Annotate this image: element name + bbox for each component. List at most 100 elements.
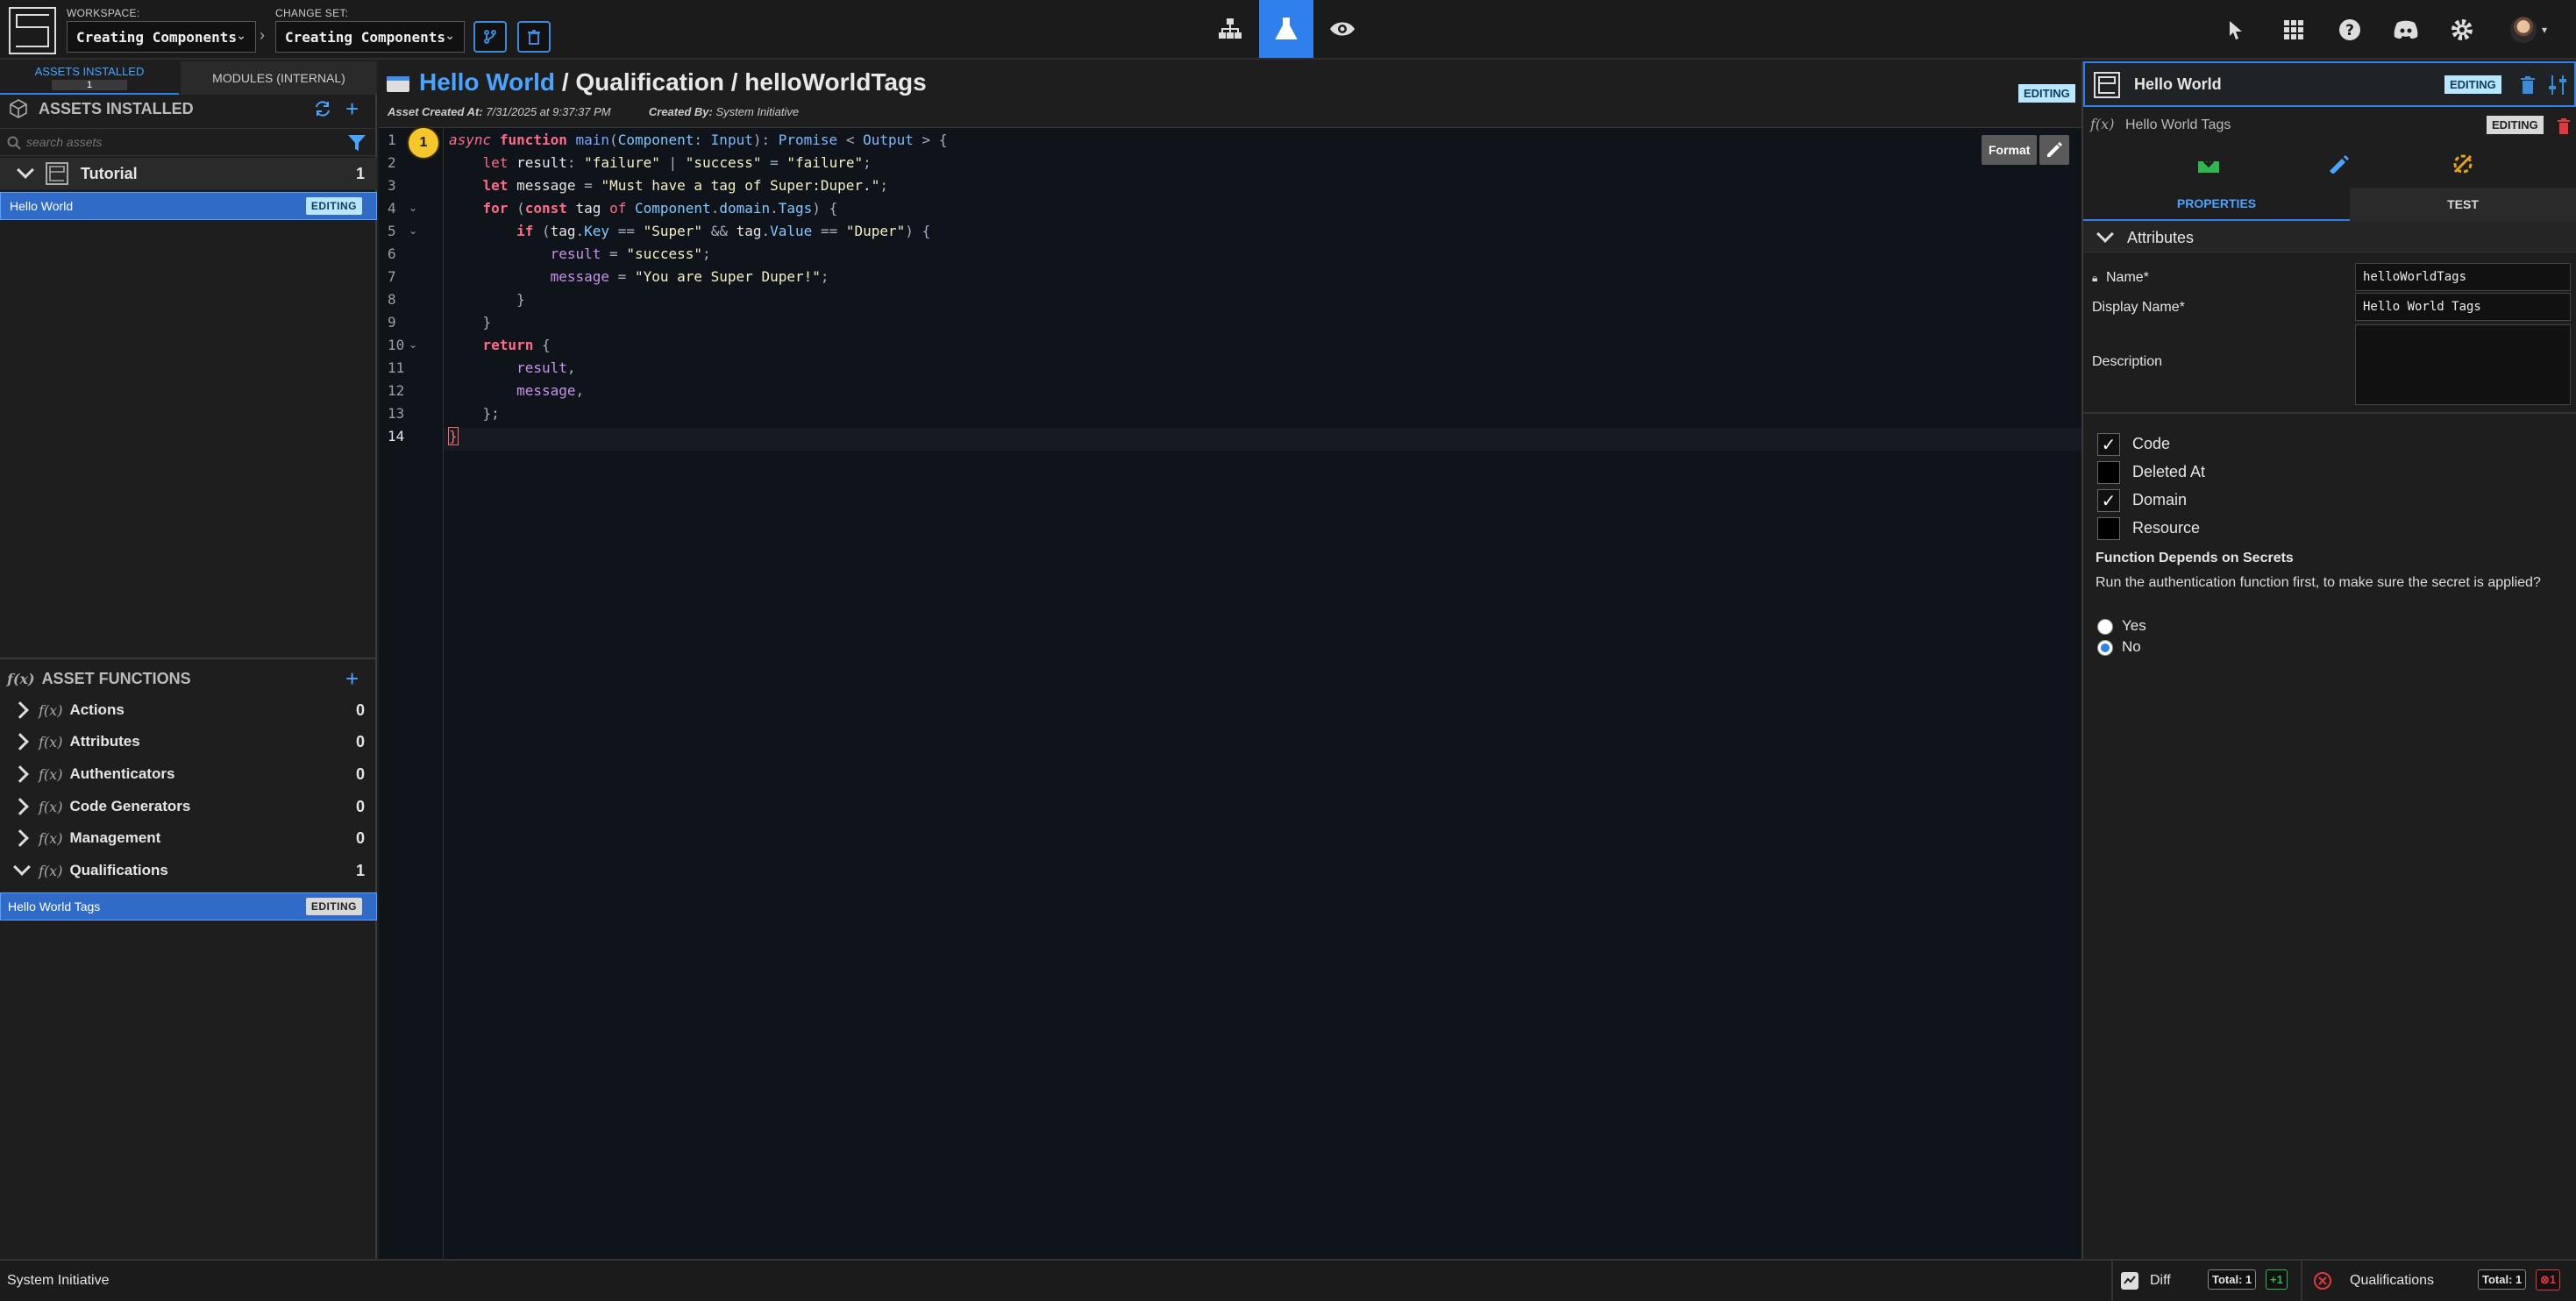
tab-assets-installed[interactable]: ASSETS INSTALLED 1	[0, 61, 179, 95]
group-count: 1	[355, 861, 365, 879]
detach-icon[interactable]	[2451, 153, 2474, 175]
add-function-button[interactable]: +	[345, 665, 359, 693]
customize-view-button[interactable]	[1259, 0, 1313, 58]
model-view-button[interactable]	[1203, 0, 1257, 58]
tutorial-step-marker[interactable]: 1	[407, 126, 440, 160]
editing-badge: EDITING	[2018, 84, 2075, 103]
add-asset-button[interactable]: +	[345, 96, 359, 123]
tab-modules-internal[interactable]: MODULES (INTERNAL)	[181, 61, 377, 95]
function-group-authenticators[interactable]: f(x) Authenticators 0	[0, 758, 377, 790]
display-name-field[interactable]: Hello World Tags	[2355, 293, 2571, 321]
help-icon[interactable]: ?	[2332, 12, 2367, 47]
editing-badge: EDITING	[305, 898, 362, 915]
checkbox-code[interactable]: ✓	[2097, 433, 2120, 456]
created-by-label: Created By:	[648, 105, 713, 118]
line-number: 11	[388, 359, 405, 376]
fold-chevron-icon[interactable]: ⌄	[409, 202, 417, 214]
group-count: 0	[355, 828, 365, 847]
radio-no[interactable]	[2097, 640, 2113, 656]
description-field[interactable]	[2355, 324, 2571, 405]
line-number: 9	[388, 314, 396, 331]
function-group-qualifications[interactable]: f(x) Qualifications 1	[0, 855, 377, 886]
merge-changeset-button[interactable]	[473, 21, 507, 53]
user-avatar-menu[interactable]: ▾	[2502, 12, 2555, 47]
workspace-select[interactable]: Creating Components ⌄	[67, 21, 256, 53]
search-icon	[7, 136, 21, 150]
asset-search	[0, 128, 377, 156]
radio-yes[interactable]	[2097, 619, 2113, 635]
chevron-down-icon	[13, 858, 31, 876]
fold-chevron-icon[interactable]: ⌄	[409, 224, 417, 237]
line-number: 3	[388, 177, 396, 194]
si-logo-icon[interactable]	[9, 7, 56, 54]
diff-label[interactable]: Diff	[2150, 1273, 2171, 1289]
function-row-hello-world-tags[interactable]: Hello World Tags EDITING	[0, 892, 377, 921]
active-line-highlight	[444, 428, 2081, 451]
qualifications-label[interactable]: Qualifications	[2350, 1273, 2434, 1289]
beaker-icon	[1275, 18, 1298, 39]
breadcrumb-asset-link[interactable]: Hello World	[419, 68, 555, 96]
asset-row-hello-world[interactable]: Hello World EDITING	[0, 192, 377, 220]
code-line: }	[516, 291, 525, 308]
function-group-actions[interactable]: f(x) Actions 0	[0, 694, 377, 726]
format-button[interactable]: Format	[1982, 135, 2038, 165]
eye-icon	[1330, 22, 1355, 36]
trash-icon[interactable]	[2520, 75, 2536, 95]
code-line: async function main(Component: Input): P…	[449, 132, 948, 148]
cursor-icon[interactable]	[2218, 12, 2253, 47]
tab-test[interactable]: TEST	[2350, 188, 2576, 221]
checkbox-domain[interactable]: ✓	[2097, 489, 2120, 512]
search-input[interactable]	[26, 132, 333, 152]
function-group-attributes[interactable]: f(x) Attributes 0	[0, 726, 377, 757]
line-number: 13	[388, 405, 405, 422]
diff-icon	[2121, 1272, 2138, 1290]
fx-icon: f(x)	[39, 798, 63, 815]
function-group-management[interactable]: f(x) Management 0	[0, 822, 377, 854]
gear-icon[interactable]	[2444, 12, 2480, 47]
sliders-icon[interactable]	[2546, 74, 2569, 96]
audit-view-button[interactable]	[1315, 0, 1370, 58]
chevron-down-icon: ▾	[2541, 24, 2548, 36]
section-title: ASSET FUNCTIONS	[41, 669, 191, 687]
code-line: result = "success";	[550, 245, 711, 262]
group-count: 0	[355, 700, 365, 719]
edit-pencil-icon	[2047, 142, 2062, 157]
checkbox-resource[interactable]	[2097, 517, 2120, 540]
chevron-right-icon	[11, 765, 29, 783]
open-editor-button[interactable]	[2039, 135, 2069, 165]
category-row-tutorial[interactable]: Tutorial 1	[0, 158, 377, 189]
panel-divider[interactable]	[0, 658, 377, 659]
created-by-value: System Initiative	[715, 105, 800, 118]
group-name: Code Generators	[69, 798, 191, 814]
refresh-icon[interactable]	[314, 100, 331, 117]
changeset-select-value: Creating Components	[285, 29, 446, 46]
abandon-changeset-button[interactable]	[517, 21, 551, 53]
tab-label: MODULES (INTERNAL)	[212, 71, 345, 85]
group-count: 0	[355, 732, 365, 750]
changeset-select[interactable]: Creating Components ⌄	[275, 21, 465, 53]
diff-added-count: +1	[2266, 1269, 2288, 1290]
checkbox-deleted-at[interactable]	[2097, 461, 2120, 484]
fold-chevron-icon[interactable]: ⌄	[409, 338, 417, 351]
asset-logo-icon	[2094, 72, 2120, 98]
name-field[interactable]: helloWorldTags	[2355, 263, 2571, 291]
svg-text:?: ?	[2345, 22, 2354, 39]
code-line: result,	[516, 359, 576, 376]
function-group-code-generators[interactable]: f(x) Code Generators 0	[0, 791, 377, 822]
apps-grid-icon[interactable]	[2276, 12, 2311, 47]
discord-icon[interactable]	[2388, 12, 2423, 47]
tab-properties[interactable]: PROPERTIES	[2083, 188, 2350, 221]
fx-icon: f(x)	[39, 733, 63, 750]
edit-link-icon[interactable]	[2327, 154, 2350, 174]
code-editor[interactable]: 1 2 3 4 5 6 7 8 9 10 11 12 13 14 ⌄ ⌄ ⌄ 1…	[379, 126, 2081, 1259]
left-tabs: ASSETS INSTALLED 1 MODULES (INTERNAL)	[0, 61, 377, 96]
group-name: Attributes	[69, 733, 140, 750]
trash-icon[interactable]	[2557, 117, 2571, 135]
save-to-asset-icon[interactable]	[2197, 154, 2220, 174]
attributes-section-header[interactable]: Attributes	[2083, 221, 2576, 252]
group-count: 0	[355, 764, 365, 783]
status-left-text: System Initiative	[7, 1273, 110, 1288]
filter-icon[interactable]	[347, 134, 366, 152]
chevron-right-icon	[11, 733, 29, 750]
code-line: if (tag.Key == "Super" && tag.Value == "…	[516, 223, 931, 239]
